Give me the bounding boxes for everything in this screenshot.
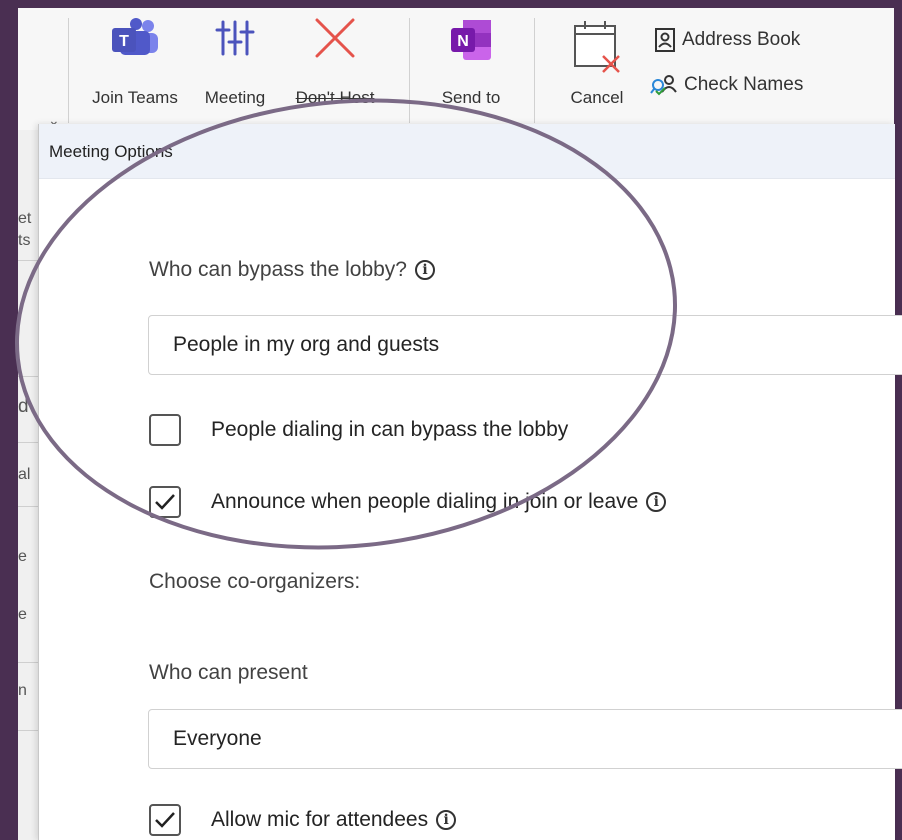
sliders-icon	[215, 20, 255, 56]
info-icon[interactable]: i	[436, 810, 457, 830]
lobby-bypass-value: People in my org and guests	[173, 333, 440, 356]
window-frame-left	[0, 0, 18, 840]
announce-label: Announce when people dialing in join or …	[211, 490, 639, 513]
info-icon[interactable]: i	[646, 492, 667, 512]
dont-host-label: Don't Host	[295, 88, 375, 107]
dont-host-online-button[interactable]: Don't Host	[280, 18, 390, 108]
who-can-present-label: Who can present	[149, 661, 308, 685]
divider	[18, 442, 38, 443]
address-book-label: Address Book	[682, 29, 801, 50]
allow-mic-label: Allow mic for attendees	[211, 808, 429, 831]
meeting-options-button[interactable]: Meeting	[196, 18, 274, 108]
background-text: n	[18, 682, 27, 699]
address-book-button[interactable]: Address Book	[654, 28, 800, 52]
announce-checkbox[interactable]	[149, 486, 181, 518]
svg-text:T: T	[119, 33, 129, 50]
ribbon-toolbar: T Join Teams Meeting Don't Host N Send t…	[18, 8, 894, 131]
check-names-label: Check Names	[684, 74, 804, 95]
teams-icon: T	[112, 18, 158, 55]
dial-in-bypass-row: People dialing in can bypass the lobby	[149, 414, 568, 446]
lobby-bypass-label-text: Who can bypass the lobby?	[149, 258, 407, 281]
ribbon-separator	[409, 18, 410, 123]
dialog-titlebar: Meeting Options	[39, 124, 895, 179]
background-text: e	[18, 606, 27, 623]
announce-row: Announce when people dialing in join or …	[149, 486, 667, 518]
background-text: d	[18, 396, 29, 417]
divider	[18, 376, 38, 377]
cancel-invitation-button[interactable]: Cancel	[552, 18, 642, 108]
coorganizers-label-text: Choose co-organizers:	[149, 570, 361, 593]
meeting-options-label: Meeting	[204, 88, 266, 107]
background-text: et	[18, 210, 32, 227]
background-text: al	[18, 466, 31, 483]
who-can-present-dropdown[interactable]: Everyone	[148, 709, 902, 769]
checkmark-icon	[155, 494, 175, 510]
join-teams-button[interactable]: T Join Teams	[80, 18, 190, 108]
divider	[18, 506, 38, 507]
lobby-bypass-label: Who can bypass the lobby? i	[149, 258, 435, 282]
check-names-button[interactable]: Check Names	[650, 74, 803, 96]
ribbon-separator	[68, 18, 69, 123]
coorganizers-label: Choose co-organizers:	[149, 570, 360, 594]
who-can-present-value: Everyone	[173, 727, 262, 750]
divider	[18, 662, 38, 663]
allow-mic-row: Allow mic for attendees i	[149, 804, 457, 836]
address-book-icon	[655, 28, 675, 52]
dial-in-bypass-checkbox[interactable]	[149, 414, 181, 446]
dial-in-bypass-label: People dialing in can bypass the lobby	[211, 418, 569, 441]
check-names-icon	[650, 75, 677, 96]
checkmark-icon	[155, 812, 175, 828]
calendar-cancel-icon	[574, 21, 620, 73]
background-panel-strip: et ts d al e e n	[18, 130, 39, 840]
lobby-bypass-dropdown[interactable]: People in my org and guests	[148, 315, 902, 375]
divider	[18, 260, 38, 261]
onenote-icon: N	[451, 20, 491, 60]
background-text: e	[18, 548, 27, 565]
ribbon-separator	[534, 18, 535, 123]
send-to-onenote-button[interactable]: N Send to	[426, 18, 516, 108]
send-to-label: Send to	[441, 88, 501, 107]
meeting-options-dialog: Meeting Options Who can bypass the lobby…	[38, 124, 902, 840]
join-teams-label: Join Teams	[92, 88, 178, 107]
svg-text:N: N	[457, 33, 469, 50]
divider	[18, 730, 38, 731]
background-text: ts	[18, 232, 31, 249]
cancel-label: Cancel	[570, 88, 624, 107]
info-icon[interactable]: i	[415, 260, 435, 280]
who-can-present-label-text: Who can present	[149, 661, 308, 684]
close-x-icon	[315, 18, 355, 58]
allow-mic-checkbox[interactable]	[149, 804, 181, 836]
dialog-title: Meeting Options	[49, 142, 173, 161]
